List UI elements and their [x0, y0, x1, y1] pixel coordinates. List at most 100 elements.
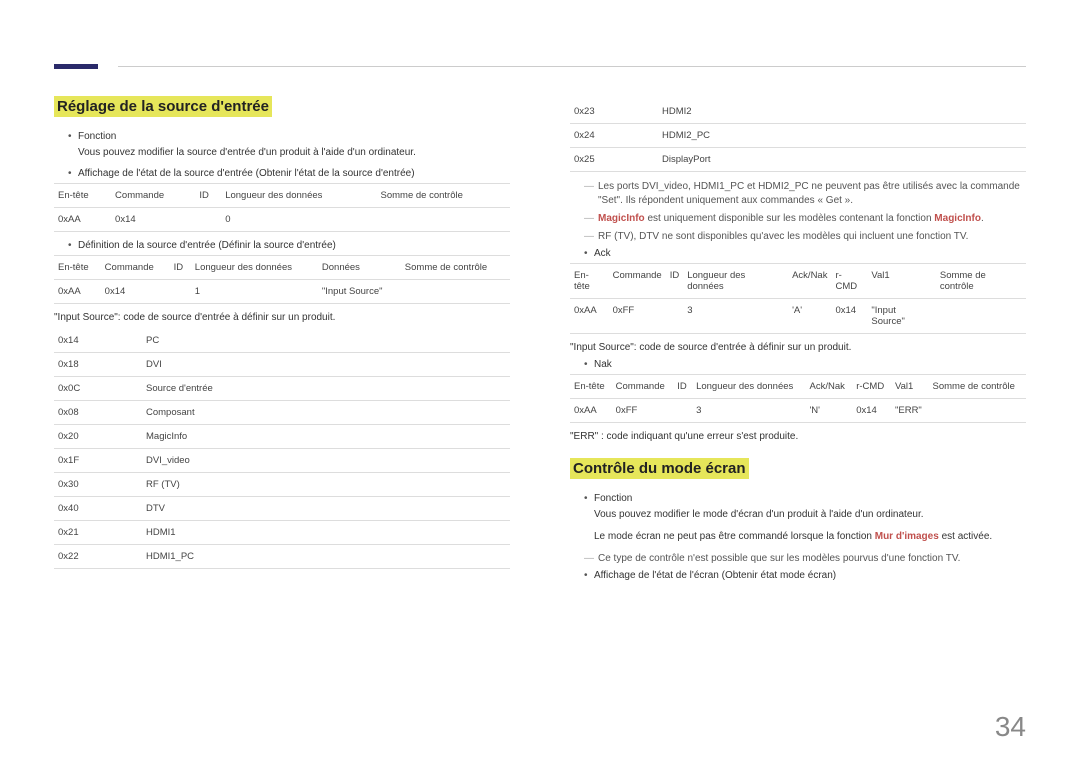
code-cell: 0x40 [54, 497, 142, 521]
bullet-set-source: Définition de la source d'entrée (Défini… [68, 240, 510, 251]
th: ID [673, 375, 692, 399]
section-screen-mode: Contrôle du mode écran Fonction Vous pou… [570, 458, 1026, 581]
label-cell: DisplayPort [658, 148, 1026, 172]
td: 0x14 [831, 299, 867, 334]
table-row: 0xAA 0xFF 3 'A' 0x14 "Input Source" [570, 299, 1026, 334]
th: Somme de contrôle [929, 375, 1026, 399]
bullet-view-screen-state: Affichage de l'état de l'écran (Obtenir … [584, 570, 1026, 581]
code-cell: 0x1F [54, 449, 142, 473]
label-cell: Composant [142, 401, 510, 425]
td: 0x14 [852, 399, 891, 423]
code-cell: 0x18 [54, 353, 142, 377]
th: ID [170, 256, 191, 280]
th: En-tête [570, 375, 612, 399]
label-cell: PC [142, 329, 510, 353]
td: 0 [221, 208, 376, 232]
code-cell: 0x14 [54, 329, 142, 353]
td: 0xFF [612, 399, 674, 423]
th: Longueur des données [191, 256, 318, 280]
table-row: 0xAA 0xFF 3 'N' 0x14 "ERR" [570, 399, 1026, 423]
table-row: 0x20MagicInfo [54, 425, 510, 449]
brand-video-wall: Mur d'images [875, 531, 939, 542]
table-nak: En-tête Commande ID Longueur des données… [570, 374, 1026, 423]
td [195, 208, 221, 232]
th: Commande [111, 184, 195, 208]
function2-desc-2: Le mode écran ne peut pas être commandé … [594, 530, 1026, 544]
section-heading-screen-mode: Contrôle du mode écran [570, 458, 749, 479]
th: Somme de contrôle [377, 184, 510, 208]
table-row: 0x18DVI [54, 353, 510, 377]
text: Le mode écran ne peut pas être commandé … [594, 531, 875, 542]
err-desc: "ERR" : code indiquant qu'une erreur s'e… [570, 431, 1026, 442]
td: 0x14 [101, 280, 170, 304]
table-row: 0x08Composant [54, 401, 510, 425]
label-cell: Source d'entrée [142, 377, 510, 401]
td [929, 399, 1026, 423]
td: 0xAA [570, 399, 612, 423]
th: En-tête [54, 256, 101, 280]
th: Commande [609, 264, 666, 299]
td: "ERR" [891, 399, 929, 423]
label-cell: HDMI1_PC [142, 545, 510, 569]
th: ID [666, 264, 684, 299]
td: "Input Source" [318, 280, 401, 304]
header-accent-bar [54, 64, 98, 69]
th: Somme de contrôle [936, 264, 1026, 299]
th: Val1 [867, 264, 935, 299]
input-source-desc-2: "Input Source": code de source d'entrée … [570, 342, 1026, 353]
right-column: 0x23HDMI20x24HDMI2_PC0x25DisplayPort Les… [570, 96, 1026, 585]
label-cell: DVI [142, 353, 510, 377]
th: Somme de contrôle [401, 256, 510, 280]
page-body: Réglage de la source d'entrée Fonction V… [0, 0, 1080, 615]
table-get-source: En-tête Commande ID Longueur des données… [54, 183, 510, 232]
text: est uniquement disponible sur les modèle… [645, 213, 935, 224]
note-magicinfo: MagicInfo est uniquement disponible sur … [584, 212, 1026, 226]
td: "Input Source" [867, 299, 935, 334]
table-row: 0x23HDMI2 [570, 100, 1026, 124]
code-cell: 0x0C [54, 377, 142, 401]
td [377, 208, 510, 232]
function2-desc-1: Vous pouvez modifier le mode d'écran d'u… [594, 508, 1026, 522]
code-cell: 0x25 [570, 148, 658, 172]
bullet-view-state: Affichage de l'état de la source d'entré… [68, 168, 510, 179]
table-row: 0xAA 0x14 1 "Input Source" [54, 280, 510, 304]
th: En-tête [54, 184, 111, 208]
note-tv-only: Ce type de contrôle n'est possible que s… [584, 552, 1026, 566]
label-cell: MagicInfo [142, 425, 510, 449]
note-dvi-hdmi: Les ports DVI_video, HDMI1_PC et HDMI2_P… [584, 180, 1026, 208]
table-row: 0x21HDMI1 [54, 521, 510, 545]
table-row: 0x40DTV [54, 497, 510, 521]
th: Longueur des données [683, 264, 788, 299]
td [170, 280, 191, 304]
code-cell: 0x20 [54, 425, 142, 449]
table-row: 0x22HDMI1_PC [54, 545, 510, 569]
label-cell: DVI_video [142, 449, 510, 473]
th: Val1 [891, 375, 929, 399]
th: r-CMD [852, 375, 891, 399]
code-cell: 0x08 [54, 401, 142, 425]
function-desc: Vous pouvez modifier la source d'entrée … [78, 146, 510, 160]
td: 0x14 [111, 208, 195, 232]
input-source-desc: "Input Source": code de source d'entrée … [54, 312, 510, 323]
td: 1 [191, 280, 318, 304]
table-row: 0x0CSource d'entrée [54, 377, 510, 401]
bullet-function: Fonction [68, 131, 510, 142]
table-source-codes-cont: 0x23HDMI20x24HDMI2_PC0x25DisplayPort [570, 100, 1026, 172]
td [936, 299, 1026, 334]
section-heading-input-source: Réglage de la source d'entrée [54, 96, 272, 117]
code-cell: 0x30 [54, 473, 142, 497]
th: Ack/Nak [788, 264, 831, 299]
th: Longueur des données [221, 184, 376, 208]
left-column: Réglage de la source d'entrée Fonction V… [54, 96, 510, 585]
th: Ack/Nak [805, 375, 852, 399]
bullet-nak: Nak [584, 359, 1026, 370]
text: . [981, 213, 984, 224]
td [401, 280, 510, 304]
note-rf-dtv: RF (TV), DTV ne sont disponibles qu'avec… [584, 230, 1026, 244]
table-row: 0x24HDMI2_PC [570, 124, 1026, 148]
th: Commande [612, 375, 674, 399]
label-cell: HDMI2_PC [658, 124, 1026, 148]
table-row: 0x1FDVI_video [54, 449, 510, 473]
table-source-codes: 0x14PC0x18DVI0x0CSource d'entrée0x08Comp… [54, 329, 510, 569]
th: En-tête [570, 264, 609, 299]
